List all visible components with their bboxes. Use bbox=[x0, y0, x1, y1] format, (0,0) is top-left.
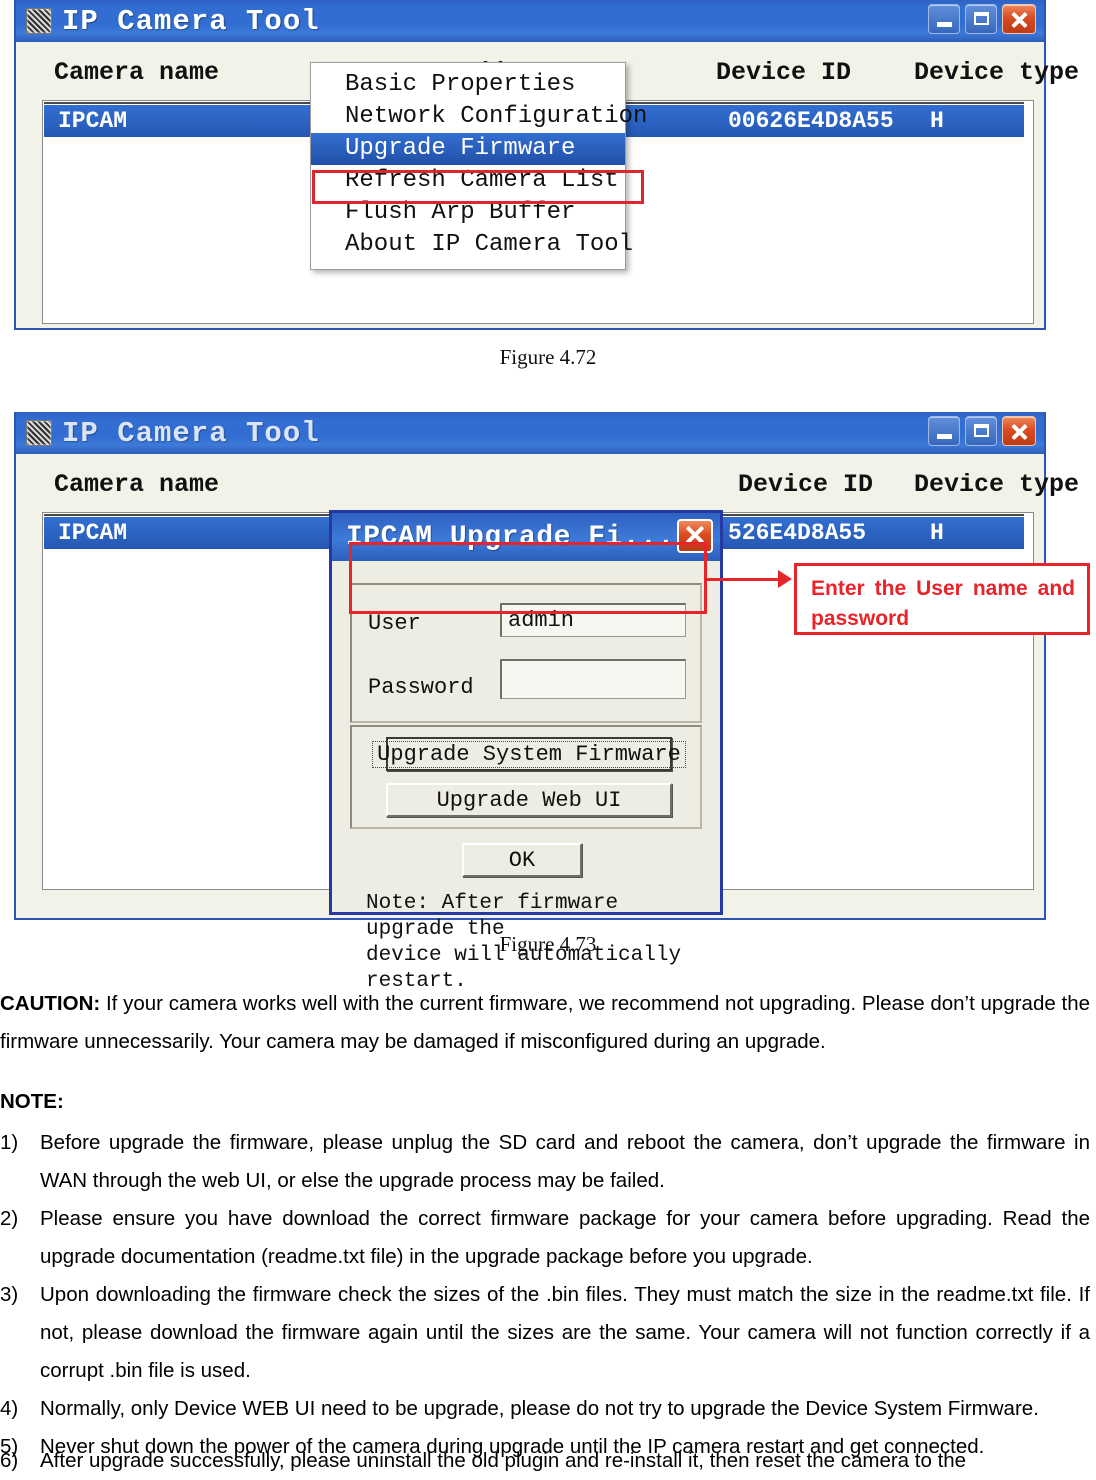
app-icon bbox=[26, 8, 52, 34]
list-item: 3) Upon downloading the firmware check t… bbox=[0, 1276, 1090, 1390]
column-header-device-id: Device ID bbox=[716, 58, 852, 87]
maximize-button[interactable] bbox=[965, 416, 997, 446]
cell-camera-name: IPCAM bbox=[58, 108, 128, 134]
password-input[interactable] bbox=[500, 659, 686, 699]
figure2-title-bar: IP Camera Tool bbox=[16, 412, 1044, 454]
figure2-window-body: Camera name Device ID Device type IPCAM … bbox=[16, 454, 1079, 993]
app-icon bbox=[26, 420, 52, 446]
close-button[interactable] bbox=[1002, 4, 1036, 34]
list-text: Normally, only Device WEB UI need to be … bbox=[40, 1397, 1039, 1420]
column-header-device-type: Device type bbox=[914, 470, 1080, 499]
figure1-caption: Figure 4.72 bbox=[499, 345, 597, 369]
menu-item-flush-arp-buffer[interactable]: Flush Arp Buffer bbox=[311, 197, 625, 229]
caution-text: If your camera works well with the curre… bbox=[0, 992, 1090, 1053]
list-marker: 1) bbox=[0, 1131, 19, 1154]
column-header-device-type: Device type bbox=[914, 58, 1080, 87]
list-item: 1) Before upgrade the firmware, please u… bbox=[0, 1124, 1090, 1200]
minimize-button[interactable] bbox=[928, 4, 960, 34]
figure1-title-bar: IP Camera Tool bbox=[16, 0, 1044, 42]
cell-device-type: H bbox=[930, 108, 944, 134]
callout-arrow-head bbox=[778, 570, 792, 588]
list-marker: 2) bbox=[0, 1207, 19, 1230]
menu-item-refresh-camera-list[interactable]: Refresh Camera List bbox=[311, 165, 625, 197]
close-button[interactable] bbox=[1002, 416, 1036, 446]
column-header-camera-name: Camera name bbox=[54, 470, 220, 499]
ok-button[interactable]: OK bbox=[462, 843, 582, 877]
cell-device-id: 00626E4D8A55 bbox=[728, 108, 894, 134]
list-text: Please ensure you have download the corr… bbox=[40, 1207, 1090, 1268]
list-marker: 6) bbox=[0, 1449, 19, 1472]
callout-enter-username-password: Enter the User name and password bbox=[794, 563, 1090, 635]
figure2-caption: Figure 4.73 bbox=[499, 932, 597, 956]
figure1-window-body: Camera name IP Address Device ID Device … bbox=[16, 42, 1079, 328]
menu-item-upgrade-firmware[interactable]: Upgrade Firmware bbox=[311, 133, 625, 165]
figure1-window-controls bbox=[928, 4, 1036, 34]
minimize-button[interactable] bbox=[928, 416, 960, 446]
user-label: User bbox=[368, 611, 421, 636]
context-menu[interactable]: Basic Properties Network Configuration U… bbox=[310, 62, 647, 270]
figure1-window-title: IP Camera Tool bbox=[62, 4, 320, 38]
figure1-ip-camera-tool-window: IP Camera Tool Camera name IP Address De… bbox=[14, 0, 1079, 330]
menu-item-basic-properties[interactable]: Basic Properties bbox=[311, 69, 625, 101]
figure2-window-title: IP Camera Tool bbox=[62, 416, 320, 450]
upgrade-buttons-group: Upgrade System Firmware Upgrade Web UI bbox=[350, 725, 702, 829]
credentials-highlight-box bbox=[349, 542, 707, 614]
list-text: Before upgrade the firmware, please unpl… bbox=[40, 1131, 1090, 1192]
menu-item-network-configuration[interactable]: Network Configuration bbox=[311, 101, 647, 133]
note-label: NOTE: bbox=[0, 1090, 64, 1113]
callout-arrow-line bbox=[707, 578, 780, 581]
column-header-device-id: Device ID bbox=[738, 470, 874, 499]
menu-item-about-ip-camera-tool[interactable]: About IP Camera Tool bbox=[311, 229, 633, 261]
maximize-button[interactable] bbox=[965, 4, 997, 34]
figure2-ip-camera-tool-window: IP Camera Tool Camera name Device ID Dev… bbox=[14, 412, 1079, 993]
column-header-camera-name: Camera name bbox=[54, 58, 220, 87]
list-text: After upgrade successfully, please unins… bbox=[40, 1449, 967, 1472]
list-marker: 4) bbox=[0, 1397, 19, 1420]
list-item: 6) After upgrade successfully, please un… bbox=[0, 1442, 1090, 1480]
caution-label: CAUTION: bbox=[0, 992, 101, 1015]
list-marker: 3) bbox=[0, 1283, 19, 1306]
upgrade-web-ui-button[interactable]: Upgrade Web UI bbox=[386, 783, 672, 817]
caution-paragraph: CAUTION: If your camera works well with … bbox=[0, 985, 1090, 1061]
figure2-window-controls bbox=[928, 416, 1036, 446]
cell-device-id: 526E4D8A55 bbox=[728, 520, 867, 546]
password-label: Password bbox=[368, 675, 474, 700]
cell-camera-name: IPCAM bbox=[58, 520, 128, 546]
list-item: 2) Please ensure you have download the c… bbox=[0, 1200, 1090, 1276]
list-item: 4) Normally, only Device WEB UI need to … bbox=[0, 1390, 1090, 1428]
upgrade-system-firmware-button[interactable]: Upgrade System Firmware bbox=[372, 737, 686, 771]
cell-device-type: H bbox=[930, 520, 944, 546]
list-text: Upon downloading the firmware check the … bbox=[40, 1283, 1090, 1382]
